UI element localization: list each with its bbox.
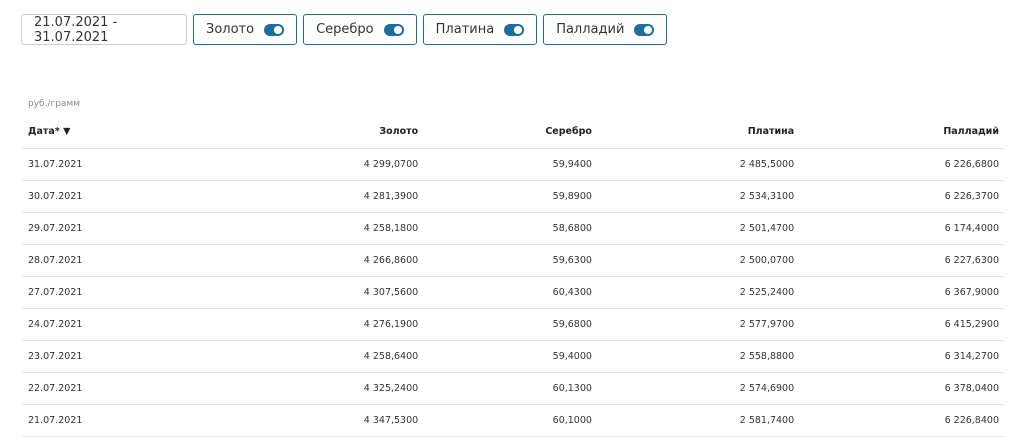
column-header-silver: Серебро [424, 114, 598, 149]
toggle-knob [514, 25, 523, 34]
column-header-platinum: Платина [597, 114, 801, 149]
cell-silver: 59,6800 [424, 308, 598, 341]
palladium-filter-button[interactable]: Палладий [543, 14, 668, 45]
table-row: 31.07.2021 4 299,0700 59,9400 2 485,5000… [22, 148, 1005, 181]
column-header-gold: Золото [185, 114, 425, 149]
silver-toggle[interactable] [383, 23, 404, 36]
gold-filter-button[interactable]: Золото [193, 14, 298, 45]
silver-filter-button[interactable]: Серебро [303, 14, 417, 45]
platinum-toggle[interactable] [504, 23, 525, 36]
toggle-knob [644, 25, 653, 34]
date-range-label: 21.07.2021 - 31.07.2021 [34, 14, 118, 45]
cell-platinum: 2 534,3100 [597, 180, 801, 213]
platinum-filter-label: Платина [435, 22, 495, 37]
cell-silver: 60,1000 [424, 404, 598, 437]
table-header-row: Дата* ▼ Золото Серебро Платина Палладий [22, 114, 1005, 149]
table-row: 23.07.2021 4 258,6400 59,4000 2 558,8800… [22, 340, 1005, 373]
cell-date: 22.07.2021 [22, 372, 186, 405]
silver-filter-label: Серебро [316, 22, 374, 37]
palladium-toggle[interactable] [634, 23, 655, 36]
cell-palladium: 6 174,4000 [800, 212, 1005, 245]
table-row: 21.07.2021 4 347,5300 60,1000 2 581,7400… [22, 404, 1005, 437]
cell-silver: 59,6300 [424, 244, 598, 277]
table-row: 28.07.2021 4 266,8600 59,6300 2 500,0700… [22, 244, 1005, 277]
cell-platinum: 2 500,0700 [597, 244, 801, 277]
cell-platinum: 2 525,2400 [597, 276, 801, 309]
cell-palladium: 6 227,6300 [800, 244, 1005, 277]
cell-gold: 4 276,1900 [185, 308, 425, 341]
gold-filter-label: Золото [206, 22, 255, 37]
filter-toolbar: 21.07.2021 - 31.07.2021 Золото Серебро П… [21, 14, 668, 45]
date-range-picker[interactable]: 21.07.2021 - 31.07.2021 [21, 14, 187, 45]
table-row: 22.07.2021 4 325,2400 60,1300 2 574,6900… [22, 372, 1005, 405]
cell-gold: 4 281,3900 [185, 180, 425, 213]
cell-platinum: 2 574,6900 [597, 372, 801, 405]
table-row: 27.07.2021 4 307,5600 60,4300 2 525,2400… [22, 276, 1005, 309]
cell-palladium: 6 415,2900 [800, 308, 1005, 341]
column-header-palladium: Палладий [800, 114, 1005, 149]
cell-date: 24.07.2021 [22, 308, 186, 341]
toggle-knob [393, 25, 402, 34]
cell-silver: 60,1300 [424, 372, 598, 405]
cell-date: 28.07.2021 [22, 244, 186, 277]
cell-silver: 58,6800 [424, 212, 598, 245]
cell-platinum: 2 485,5000 [597, 148, 801, 181]
cell-gold: 4 299,0700 [185, 148, 425, 181]
cell-platinum: 2 581,7400 [597, 404, 801, 437]
cell-silver: 60,4300 [424, 276, 598, 309]
cell-silver: 59,8900 [424, 180, 598, 213]
cell-gold: 4 258,6400 [185, 340, 425, 373]
table-row: 24.07.2021 4 276,1900 59,6800 2 577,9700… [22, 308, 1005, 341]
cell-platinum: 2 558,8800 [597, 340, 801, 373]
cell-date: 30.07.2021 [22, 180, 186, 213]
cell-gold: 4 258,1800 [185, 212, 425, 245]
cell-palladium: 6 226,8400 [800, 404, 1005, 437]
unit-label: руб./грамм [28, 99, 81, 109]
gold-toggle[interactable] [264, 23, 285, 36]
cell-palladium: 6 367,9000 [800, 276, 1005, 309]
table-row: 30.07.2021 4 281,3900 59,8900 2 534,3100… [22, 180, 1005, 213]
cell-gold: 4 325,2400 [185, 372, 425, 405]
cell-palladium: 6 226,3700 [800, 180, 1005, 213]
toggle-knob [274, 25, 283, 34]
cell-date: 27.07.2021 [22, 276, 186, 309]
table-body: 31.07.2021 4 299,0700 59,9400 2 485,5000… [22, 148, 1005, 437]
cell-date: 21.07.2021 [22, 404, 186, 437]
cell-platinum: 2 501,4700 [597, 212, 801, 245]
cell-date: 31.07.2021 [22, 148, 186, 181]
cell-palladium: 6 314,2700 [800, 340, 1005, 373]
table-row: 29.07.2021 4 258,1800 58,6800 2 501,4700… [22, 212, 1005, 245]
cell-date: 29.07.2021 [22, 212, 186, 245]
cell-silver: 59,4000 [424, 340, 598, 373]
cell-palladium: 6 226,6800 [800, 148, 1005, 181]
cell-silver: 59,9400 [424, 148, 598, 181]
cell-gold: 4 347,5300 [185, 404, 425, 437]
platinum-filter-button[interactable]: Платина [422, 14, 538, 45]
cell-platinum: 2 577,9700 [597, 308, 801, 341]
cell-date: 23.07.2021 [22, 340, 186, 373]
palladium-filter-label: Палладий [556, 22, 625, 37]
cell-palladium: 6 378,0400 [800, 372, 1005, 405]
prices-table: Дата* ▼ Золото Серебро Платина Палладий … [22, 114, 1005, 437]
column-header-date[interactable]: Дата* ▼ [22, 114, 186, 149]
cell-gold: 4 266,8600 [185, 244, 425, 277]
cell-gold: 4 307,5600 [185, 276, 425, 309]
